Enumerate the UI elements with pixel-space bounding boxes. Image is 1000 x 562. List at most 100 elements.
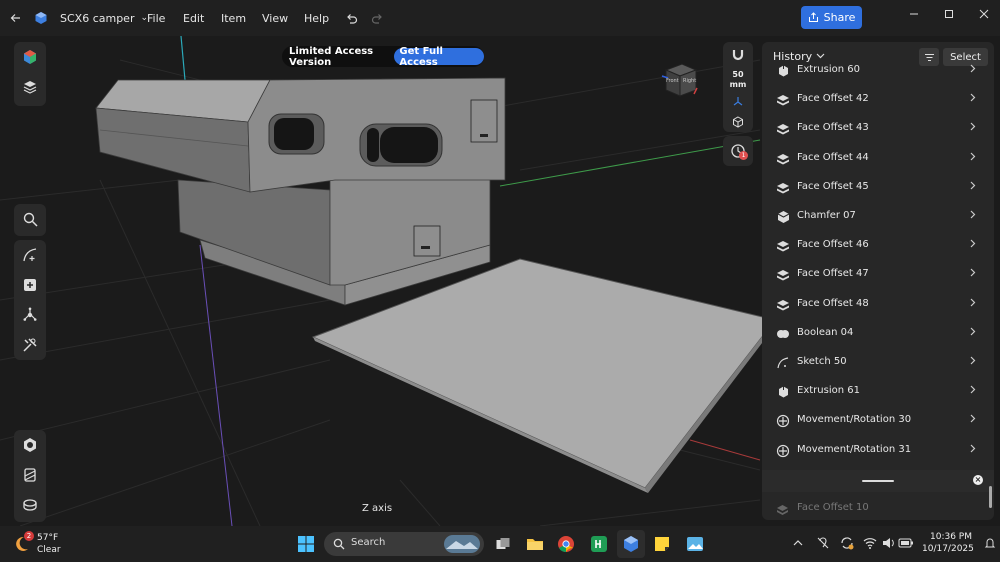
menu-view[interactable]: View — [262, 0, 288, 36]
chevron-right-icon[interactable] — [970, 151, 976, 164]
history-item[interactable]: Face Offset 42 — [762, 85, 994, 114]
maximize-button[interactable] — [931, 0, 967, 28]
photos-icon[interactable] — [681, 530, 709, 558]
chevron-right-icon[interactable] — [970, 326, 976, 339]
history-clock-icon[interactable]: 1 — [723, 136, 753, 166]
shapr3d-taskbar-icon[interactable] — [617, 530, 645, 558]
back-arrow-icon[interactable] — [10, 0, 22, 36]
history-toggle-box: 1 — [723, 136, 753, 166]
chevron-up-icon[interactable] — [790, 535, 806, 551]
taskbar-search[interactable]: Search — [324, 532, 484, 556]
chevron-right-icon[interactable] — [970, 443, 976, 456]
chevron-right-icon[interactable] — [970, 355, 976, 368]
notifications-bell-icon[interactable] — [982, 535, 998, 551]
chevron-right-icon[interactable] — [970, 209, 976, 222]
menu-file[interactable]: File — [147, 0, 165, 36]
snapping-toolbar: 50 mm — [723, 42, 753, 132]
chevron-right-icon[interactable] — [970, 413, 976, 426]
sticky-notes-icon[interactable] — [648, 530, 676, 558]
get-full-access-button[interactable]: Get Full Access — [394, 46, 484, 68]
appearance-icon[interactable] — [14, 430, 46, 460]
history-item-label: Movement/Rotation 30 — [797, 414, 912, 426]
chevron-right-icon[interactable] — [970, 180, 976, 193]
left-toolbar-bottom — [14, 430, 46, 522]
history-item[interactable]: Extrusion 61 — [762, 377, 994, 406]
view-cube[interactable]: Front Right — [660, 62, 700, 100]
drawer-handle[interactable] — [862, 480, 894, 482]
chevron-right-icon[interactable] — [970, 384, 976, 397]
history-item[interactable]: Boolean 04 — [762, 319, 994, 348]
close-button[interactable] — [966, 0, 1000, 28]
tools-icon[interactable] — [14, 330, 46, 360]
history-item-label: Face Offset 46 — [797, 239, 869, 251]
chrome-icon[interactable] — [552, 530, 580, 558]
document-title[interactable]: SCX6 camper ⌄ — [60, 0, 148, 36]
minimize-button[interactable] — [896, 0, 932, 28]
weather-condition: Clear — [37, 545, 61, 555]
boolean-icon — [775, 326, 791, 342]
chevron-right-icon[interactable] — [970, 92, 976, 105]
search-highlight-icon — [444, 535, 480, 553]
history-item[interactable]: Movement/Rotation 31 — [762, 436, 994, 465]
history-item[interactable]: Face Offset 45 — [762, 173, 994, 202]
history-item[interactable]: Face Offset 47 — [762, 260, 994, 289]
history-item[interactable]: Face Offset 48 — [762, 290, 994, 319]
history-item[interactable]: Face Offset 43 — [762, 114, 994, 143]
chevron-right-icon[interactable] — [970, 63, 976, 76]
history-item[interactable]: Face Offset 46 — [762, 231, 994, 260]
history-item-label: Extrusion 60 — [797, 64, 860, 75]
weather-widget[interactable]: 2 57°F Clear — [12, 531, 82, 557]
redo-icon[interactable] — [371, 0, 384, 36]
chevron-right-icon[interactable] — [970, 267, 976, 280]
chevron-right-icon[interactable] — [970, 121, 976, 134]
history-item[interactable]: Face Offset 44 — [762, 144, 994, 173]
extrusion-icon — [775, 63, 791, 79]
chevron-right-icon[interactable] — [970, 238, 976, 251]
cube-outline-icon[interactable] — [723, 112, 753, 132]
face-offset-icon — [776, 501, 789, 520]
grid-size-readout[interactable]: 50 mm — [723, 68, 753, 92]
chevron-right-icon[interactable] — [970, 297, 976, 310]
project-icon[interactable] — [14, 42, 46, 72]
wifi-icon[interactable] — [862, 535, 878, 551]
history-item-faded[interactable]: Face Offset 10 — [762, 496, 994, 518]
menu-help[interactable]: Help — [304, 0, 329, 36]
search-placeholder: Search — [351, 537, 386, 548]
sketch-tool-icon[interactable] — [14, 240, 46, 270]
history-item[interactable]: Sketch 50 — [762, 348, 994, 377]
undo-icon[interactable] — [345, 0, 358, 36]
file-explorer-icon[interactable] — [521, 530, 549, 558]
menu-item[interactable]: Item — [221, 0, 246, 36]
excel-style-icon[interactable] — [585, 530, 613, 558]
snap-axis-icon[interactable] — [723, 92, 753, 112]
face-offset-icon — [775, 121, 791, 137]
battery-icon[interactable] — [898, 535, 914, 551]
face-offset-icon — [775, 180, 791, 196]
layers-icon[interactable] — [14, 72, 46, 102]
close-icon[interactable]: × — [973, 475, 983, 485]
transform-icon[interactable] — [14, 300, 46, 330]
share-button[interactable]: Share — [801, 6, 862, 29]
temperature: 57°F — [37, 533, 59, 543]
volume-icon[interactable] — [881, 535, 897, 551]
magnet-icon[interactable] — [723, 42, 753, 68]
measure-icon[interactable] — [14, 490, 46, 520]
movement-rotation-icon — [775, 443, 791, 459]
history-item[interactable]: Movement/Rotation 30 — [762, 406, 994, 435]
history-item-label: Face Offset 42 — [797, 93, 869, 105]
section-view-icon[interactable] — [14, 460, 46, 490]
windows-start-icon[interactable] — [292, 530, 320, 558]
history-scrollbar[interactable] — [989, 486, 992, 508]
system-clock[interactable]: 10:36 PM 10/17/2025 — [922, 532, 974, 554]
task-view-icon[interactable] — [489, 530, 517, 558]
left-toolbar-top — [14, 42, 46, 106]
search-icon[interactable] — [14, 204, 46, 234]
history-item[interactable]: Extrusion 60 — [762, 56, 994, 85]
sync-icon[interactable] — [839, 535, 855, 551]
history-item[interactable]: Chamfer 07 — [762, 202, 994, 231]
cube-face-front: Front — [666, 78, 679, 84]
share-label: Share — [823, 11, 856, 24]
location-off-icon[interactable] — [815, 535, 831, 551]
menu-edit[interactable]: Edit — [183, 0, 204, 36]
add-shape-icon[interactable] — [14, 270, 46, 300]
